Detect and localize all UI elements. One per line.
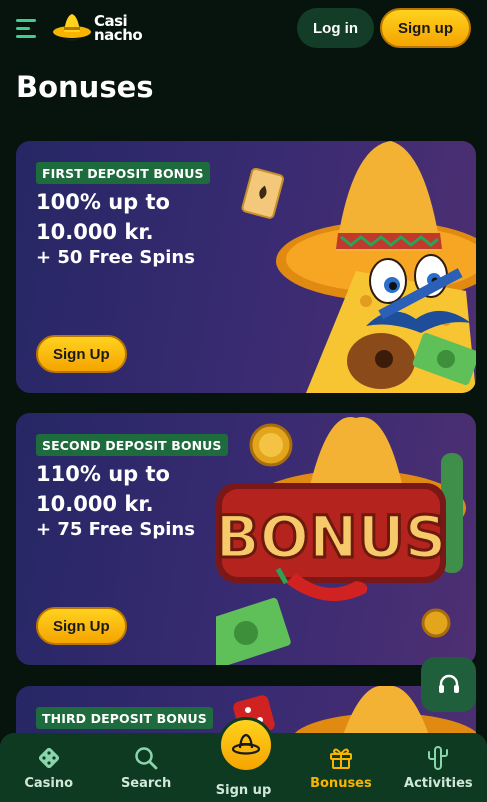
logo-text-nacho: nacho — [94, 26, 143, 44]
sombrero-icon — [231, 733, 261, 755]
cactus-icon — [425, 745, 451, 771]
bonus-percent: 110% up to — [36, 462, 170, 486]
nav-label-casino: Casino — [24, 776, 74, 791]
nav-bonuses[interactable]: Bonuses — [292, 733, 389, 802]
bonus-word: BONUS — [216, 503, 446, 571]
bonus-spins: + 75 Free Spins — [36, 519, 195, 540]
bonus-spins: + 50 Free Spins — [36, 247, 195, 268]
bonus-badge: FIRST DEPOSIT BONUS — [36, 162, 210, 184]
page-title: Bonuses — [16, 70, 154, 104]
signup-button[interactable]: Sign up — [380, 8, 471, 48]
nav-label-signup: Sign up — [215, 783, 272, 798]
nacho-mariachi-illustration — [241, 141, 476, 393]
dice-icon — [36, 745, 62, 771]
casinacho-logo[interactable]: Casi nacho — [52, 10, 143, 46]
search-icon — [133, 745, 159, 771]
nav-label-bonuses: Bonuses — [310, 776, 372, 791]
nav-signup-center-button[interactable] — [218, 717, 274, 773]
bonus-signup-button[interactable]: Sign Up — [36, 335, 127, 373]
top-header: Casi nacho Log in Sign up — [0, 0, 487, 56]
nav-label-search: Search — [120, 776, 172, 791]
bonus-badge: SECOND DEPOSIT BONUS — [36, 434, 228, 456]
support-chat-button[interactable] — [421, 657, 476, 712]
bonus-signup-button[interactable]: Sign Up — [36, 607, 127, 645]
bonus-sign-illustration: BONUS — [216, 417, 466, 665]
nav-search[interactable]: Search — [97, 733, 194, 802]
bonus-badge: THIRD DEPOSIT BONUS — [36, 707, 213, 729]
menu-icon[interactable] — [16, 16, 44, 40]
bonus-amount: 10.000 kr. — [36, 220, 154, 244]
bonus-offer: 100% up to 10.000 kr. — [36, 187, 170, 247]
bonus-percent: 100% up to — [36, 190, 170, 214]
nav-activities[interactable]: Activities — [390, 733, 487, 802]
bonus-card-second[interactable]: BONUS SECOND DEPOSIT BONUS 110% up to 10… — [16, 413, 476, 665]
bonus-offer: 110% up to 10.000 kr. — [36, 459, 170, 519]
nav-casino[interactable]: Casino — [0, 733, 97, 802]
bonus-amount: 10.000 kr. — [36, 492, 154, 516]
sombrero-logo-icon — [53, 14, 91, 41]
login-button[interactable]: Log in — [297, 8, 374, 48]
bonus-card-first[interactable]: FIRST DEPOSIT BONUS 100% up to 10.000 kr… — [16, 141, 476, 393]
gift-icon — [328, 745, 354, 771]
headset-icon — [438, 674, 459, 693]
nav-label-activities: Activities — [404, 776, 473, 791]
